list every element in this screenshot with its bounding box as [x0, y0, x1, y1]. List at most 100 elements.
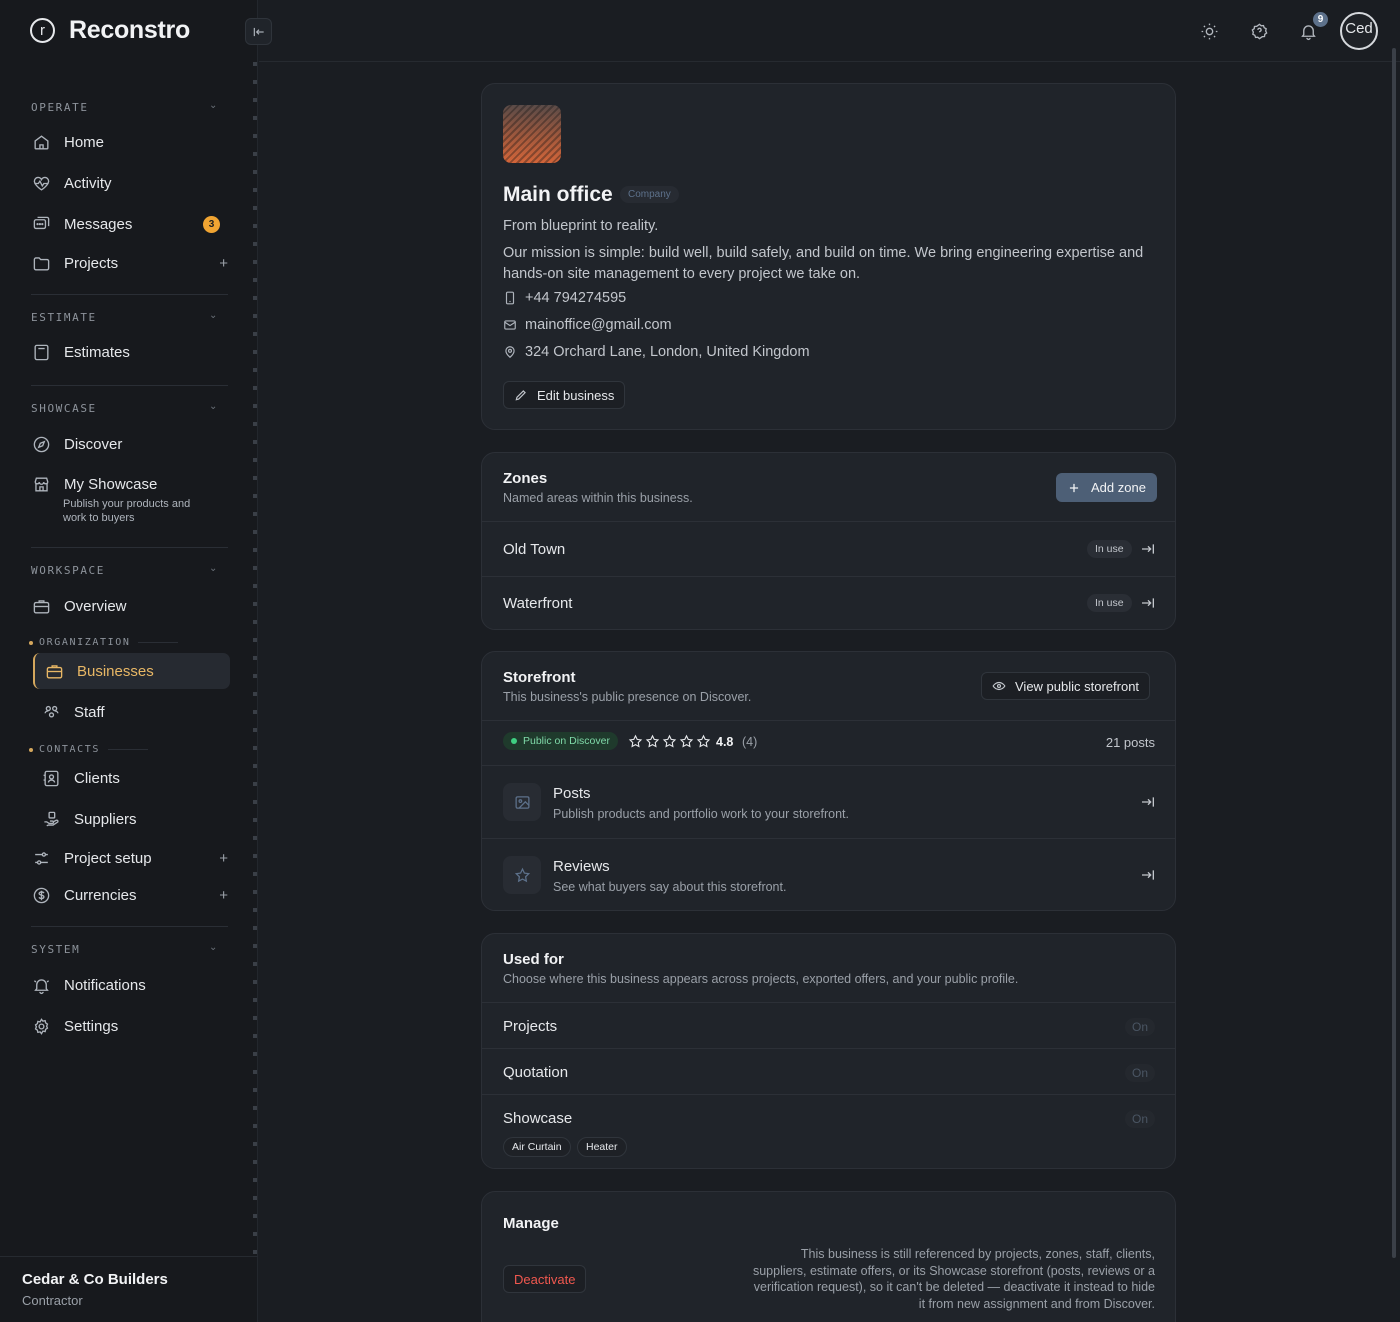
rating-count: (4) [742, 735, 758, 749]
posts-link-title[interactable]: Posts [553, 785, 591, 802]
expand-project-setup-button[interactable]: + [219, 850, 228, 867]
sidebar-item-home[interactable]: Home [30, 124, 230, 160]
storefront-icon [30, 473, 52, 495]
deactivate-button[interactable]: Deactivate [503, 1265, 587, 1293]
group-dot [29, 640, 33, 645]
theme-toggle-button[interactable] [1197, 19, 1221, 43]
edit-business-button[interactable]: Edit business [503, 381, 626, 409]
row-divider [482, 720, 1175, 721]
projects-usage-toggle[interactable]: On [1124, 1018, 1155, 1036]
star-icon [503, 856, 541, 894]
rating-stars [628, 734, 711, 749]
help-button[interactable] [1247, 19, 1271, 43]
arrow-right-to-line-icon[interactable] [1140, 867, 1156, 883]
group-label: ORGANIZATION [39, 637, 131, 648]
rating-value: 4.8 [716, 735, 734, 749]
row-divider [482, 521, 1175, 522]
sidebar-item-label: Project setup [64, 849, 152, 867]
sidebar-item-projects[interactable]: Projects + [30, 245, 230, 281]
add-project-button[interactable]: + [219, 255, 228, 272]
eye-icon [992, 681, 1006, 691]
sidebar-item-label: Currencies [64, 886, 137, 904]
compass-icon [30, 433, 52, 455]
arrow-right-to-line-icon[interactable] [1140, 541, 1156, 557]
phone-icon [505, 291, 515, 305]
zones-card: Zones Named areas within this business. … [481, 452, 1176, 630]
sidebar-item-staff[interactable]: Staff [40, 694, 230, 730]
section-estimate[interactable]: ESTIMATE [31, 311, 97, 324]
chevron-down-icon[interactable]: ⌄ [209, 942, 217, 953]
topbar [259, 0, 1400, 62]
section-system[interactable]: SYSTEM [31, 943, 80, 956]
sidebar-item-overview[interactable]: Overview [30, 588, 230, 624]
gear-icon [30, 1015, 52, 1037]
reviews-link-subtitle: See what buyers say about this storefron… [553, 880, 787, 894]
add-zone-button[interactable]: Add zone [1056, 473, 1157, 502]
sidebar-item-discover[interactable]: Discover [30, 426, 230, 462]
zone-status-badge: In use [1087, 594, 1132, 612]
quotation-usage-toggle[interactable]: On [1124, 1064, 1155, 1082]
help-badge-icon [1251, 23, 1267, 39]
usage-label: Quotation [503, 1064, 569, 1081]
storefront-card: Storefront This business's public presen… [481, 651, 1176, 911]
expand-currencies-button[interactable]: + [219, 887, 228, 904]
sidebar-item-notifications[interactable]: Notifications [30, 967, 230, 1003]
section-showcase[interactable]: SHOWCASE [31, 402, 97, 415]
showcase-usage-toggle[interactable]: On [1124, 1110, 1155, 1128]
reviews-link-title[interactable]: Reviews [553, 858, 610, 875]
sidebar-item-suppliers[interactable]: Suppliers [40, 801, 230, 837]
sidebar-divider [253, 62, 257, 1257]
section-workspace[interactable]: WORKSPACE [31, 564, 105, 577]
view-public-storefront-button[interactable]: View public storefront [981, 672, 1151, 700]
business-address: 324 Orchard Lane, London, United Kingdom [503, 344, 810, 360]
sidebar-item-messages[interactable]: Messages 3 [30, 206, 230, 242]
showcase-tag[interactable]: Heater [577, 1137, 627, 1157]
group-dot [29, 747, 33, 752]
hand-package-icon [40, 808, 62, 830]
sidebar-item-project-setup[interactable]: Project setup + [30, 840, 230, 876]
sidebar-item-currencies[interactable]: Currencies + [30, 877, 230, 913]
arrow-right-to-line-icon[interactable] [1140, 595, 1156, 611]
arrow-right-to-line-icon[interactable] [1140, 794, 1156, 810]
business-mission: Our mission is simple: build well, build… [503, 245, 1144, 282]
business-logo[interactable] [503, 105, 561, 163]
zone-status-badge: In use [1087, 540, 1132, 558]
chevron-down-icon[interactable]: ⌄ [209, 310, 217, 321]
row-divider [482, 838, 1175, 839]
section-divider [31, 385, 228, 386]
chevron-down-icon[interactable]: ⌄ [209, 563, 217, 574]
map-pin-icon [505, 346, 515, 359]
sidebar-item-estimates[interactable]: Estimates [30, 334, 230, 370]
company-name[interactable]: Cedar & Co Builders [22, 1271, 168, 1288]
sidebar-item-activity[interactable]: Activity [30, 165, 230, 201]
showcase-tag[interactable]: Air Curtain [503, 1137, 571, 1157]
section-divider [31, 547, 228, 548]
mail-icon [504, 320, 516, 330]
home-icon [30, 131, 52, 153]
business-tagline: From blueprint to reality. [503, 218, 659, 234]
sidebar-item-clients[interactable]: Clients [40, 760, 230, 796]
brand[interactable]: r Reconstro [30, 16, 190, 45]
chevron-down-icon[interactable]: ⌄ [209, 100, 217, 111]
briefcase-icon [43, 660, 65, 682]
sidebar-item-settings[interactable]: Settings [30, 1008, 230, 1044]
sidebar-item-label: Overview [64, 597, 127, 615]
page-scrollbar[interactable] [1392, 48, 1396, 1258]
business-type-badge: Company [620, 186, 679, 203]
collapse-sidebar-button[interactable] [245, 18, 272, 45]
zone-name[interactable]: Old Town [503, 541, 565, 558]
user-avatar[interactable]: Ced [1340, 12, 1378, 50]
image-icon [503, 783, 541, 821]
group-contacts: CONTACTS [29, 744, 148, 755]
group-label: CONTACTS [39, 744, 100, 755]
zone-name[interactable]: Waterfront [503, 595, 572, 612]
section-operate[interactable]: OPERATE [31, 101, 89, 114]
sidebar-item-businesses[interactable]: Businesses [33, 653, 230, 689]
used-for-title: Used for [503, 951, 564, 968]
sidebar-item-label: Settings [64, 1017, 119, 1035]
sidebar-item-label: Home [64, 133, 105, 151]
chevron-down-icon[interactable]: ⌄ [209, 401, 217, 412]
company-role: Contractor [22, 1293, 83, 1308]
sidebar-item-label: Projects [64, 254, 119, 272]
sun-icon [1201, 23, 1217, 39]
